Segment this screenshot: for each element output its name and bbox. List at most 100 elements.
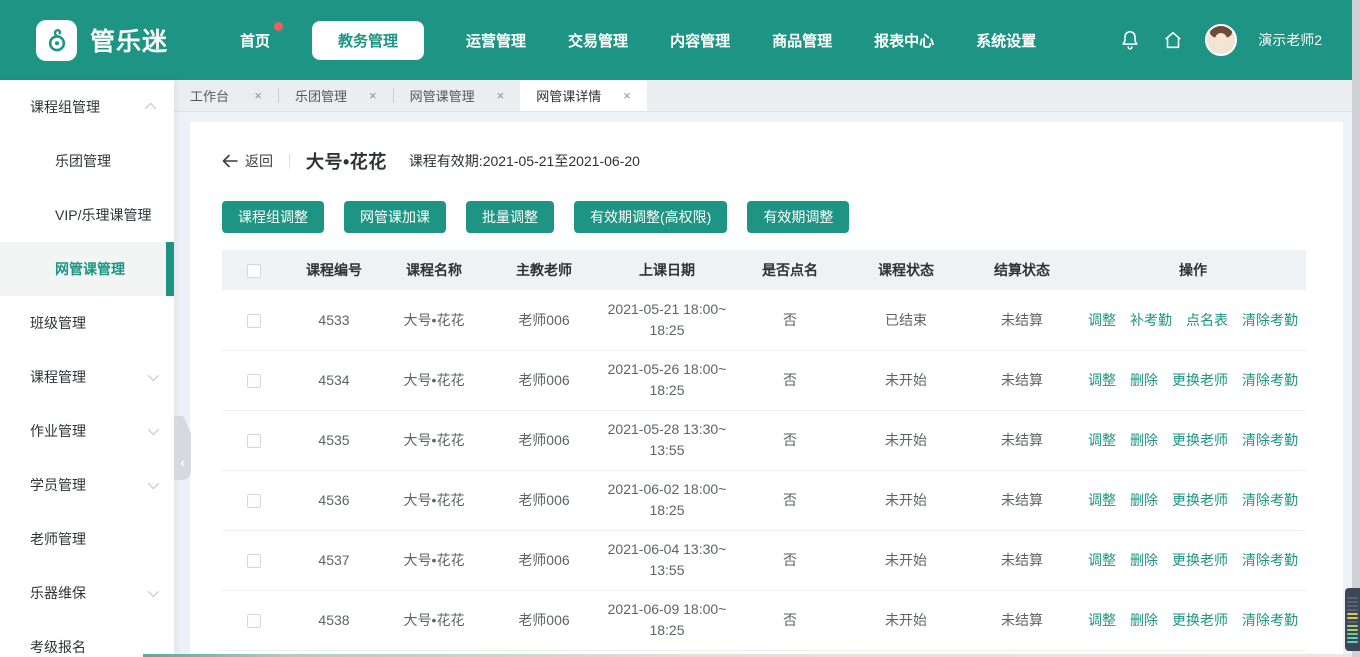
nav-item-4[interactable]: 内容管理 [670,21,730,60]
cell-actions: 调整删除更换老师清除考勤 [1080,410,1306,470]
toolbar-button-1[interactable]: 网管课加课 [344,201,446,233]
row-checkbox[interactable] [247,494,261,508]
tab-0[interactable]: 工作台× [174,80,278,111]
row-action-link-0[interactable]: 调整 [1088,432,1116,448]
date-text: 2021-05-26 18:00~18:25 [606,359,728,401]
row-action-link-3[interactable]: 清除考勤 [1242,552,1298,568]
tab-close-icon[interactable]: × [254,89,262,102]
cell-teacher: 老师006 [486,410,602,470]
row-action-link-0[interactable]: 调整 [1088,492,1116,508]
cell-actions: 调整删除更换老师清除考勤 [1080,590,1306,650]
minimap-stripe [1347,597,1358,599]
sidebar-item-1[interactable]: 乐团管理 [0,134,174,188]
nav-item-1[interactable]: 教务管理 [312,21,424,60]
row-checkbox[interactable] [247,554,261,568]
row-action-link-3[interactable]: 清除考勤 [1242,372,1298,388]
minimap-stripe [1347,601,1358,603]
cell-rollcall: 否 [732,410,848,470]
sidebar-item-6[interactable]: 作业管理 [0,404,174,458]
tab-close-icon[interactable]: × [623,89,631,102]
date-text: 2021-05-28 13:30~13:55 [606,419,728,461]
cell-course-name: 大号•花花 [382,410,486,470]
sidebar-item-2[interactable]: VIP/乐理课管理 [0,188,174,242]
toolbar-button-0[interactable]: 课程组调整 [222,201,324,233]
sidebar-item-7[interactable]: 学员管理 [0,458,174,512]
row-action-link-3[interactable]: 清除考勤 [1242,492,1298,508]
nav-item-6[interactable]: 报表中心 [874,21,934,60]
row-checkbox[interactable] [247,314,261,328]
tab-close-icon[interactable]: × [369,89,377,102]
row-action-link-2[interactable]: 更换老师 [1172,492,1228,508]
cell-rollcall: 否 [732,290,848,350]
row-action-link-1[interactable]: 删除 [1130,612,1158,628]
row-checkbox[interactable] [247,374,261,388]
back-button[interactable]: 返回 [222,151,273,171]
tab-3[interactable]: 网管课详情 × [520,80,647,111]
column-header-6: 结算状态 [964,250,1080,290]
sidebar-item-8[interactable]: 老师管理 [0,512,174,566]
row-action-link-1[interactable]: 删除 [1130,552,1158,568]
nav-item-3[interactable]: 交易管理 [568,21,628,60]
select-all-checkbox[interactable] [247,264,261,278]
row-action-link-0[interactable]: 调整 [1088,312,1116,328]
sidebar-item-9[interactable]: 乐器维保 [0,566,174,620]
row-checkbox[interactable] [247,434,261,448]
row-action-link-1[interactable]: 删除 [1130,432,1158,448]
row-action-link-2[interactable]: 更换老师 [1172,372,1228,388]
brand[interactable]: 管乐迷 [36,20,214,61]
cell-checkbox [222,350,286,410]
nav-item-2[interactable]: 运营管理 [466,21,526,60]
sidebar-item-10[interactable]: 考级报名 [0,620,174,657]
cell-course-id: 4538 [286,590,382,650]
date-text: 2021-06-09 18:00~18:25 [606,599,728,641]
toolbar-button-2[interactable]: 批量调整 [466,201,554,233]
minimap-stripe [1347,637,1358,639]
row-action-link-0[interactable]: 调整 [1088,372,1116,388]
toolbar-button-4[interactable]: 有效期调整 [747,201,849,233]
cell-checkbox [222,590,286,650]
row-action-link-1[interactable]: 补考勤 [1130,312,1172,328]
row-action-link-1[interactable]: 删除 [1130,492,1158,508]
back-label: 返回 [245,151,273,171]
bell-icon[interactable] [1119,29,1141,51]
nav-item-7[interactable]: 系统设置 [976,21,1036,60]
sidebar-item-0[interactable]: 课程组管理 [0,80,174,134]
row-action-link-2[interactable]: 更换老师 [1172,432,1228,448]
tab-1[interactable]: 乐团管理× [279,80,393,111]
row-action-link-3[interactable]: 清除考勤 [1242,312,1298,328]
sidebar-item-3[interactable]: 网管课管理 [0,242,174,296]
nav-item-5[interactable]: 商品管理 [772,21,832,60]
row-action-link-0[interactable]: 调整 [1088,552,1116,568]
page-scrollbar[interactable] [1352,0,1360,657]
row-action-link-2[interactable]: 点名表 [1186,312,1228,328]
row-action-link-3[interactable]: 清除考勤 [1242,612,1298,628]
home-icon[interactable] [1162,29,1184,51]
divider [289,154,290,169]
nav-item-0[interactable]: 首页 [240,21,270,60]
cell-checkbox [222,530,286,590]
row-action-link-1[interactable]: 删除 [1130,372,1158,388]
row-checkbox[interactable] [247,614,261,628]
minimap-stripe [1347,609,1358,611]
sidebar-item-5[interactable]: 课程管理 [0,350,174,404]
cell-actions: 调整删除更换老师清除考勤 [1080,470,1306,530]
row-action-link-3[interactable]: 清除考勤 [1242,432,1298,448]
tab-2[interactable]: 网管课管理× [394,80,521,111]
cell-status: 已结束 [848,290,964,350]
row-action-link-2[interactable]: 更换老师 [1172,552,1228,568]
minimap-stripe [1347,629,1358,631]
table-row: 4537大号•花花老师0062021-06-04 13:30~13:55否未开始… [222,530,1306,590]
scrollbar-minimap-widget[interactable] [1345,588,1360,651]
row-action-link-2[interactable]: 更换老师 [1172,612,1228,628]
toolbar-button-3[interactable]: 有效期调整(高权限) [574,201,727,233]
tab-label: 网管课详情 [536,86,601,105]
column-header-4: 是否点名 [732,250,848,290]
chevron-down-icon [148,424,159,435]
row-action-link-0[interactable]: 调整 [1088,612,1116,628]
sidebar-item-4[interactable]: 班级管理 [0,296,174,350]
sidebar-item-label: 老师管理 [30,529,156,549]
user-avatar[interactable] [1205,24,1237,56]
user-name[interactable]: 演示老师2 [1258,30,1322,50]
cell-checkbox [222,410,286,470]
tab-close-icon[interactable]: × [497,89,505,102]
